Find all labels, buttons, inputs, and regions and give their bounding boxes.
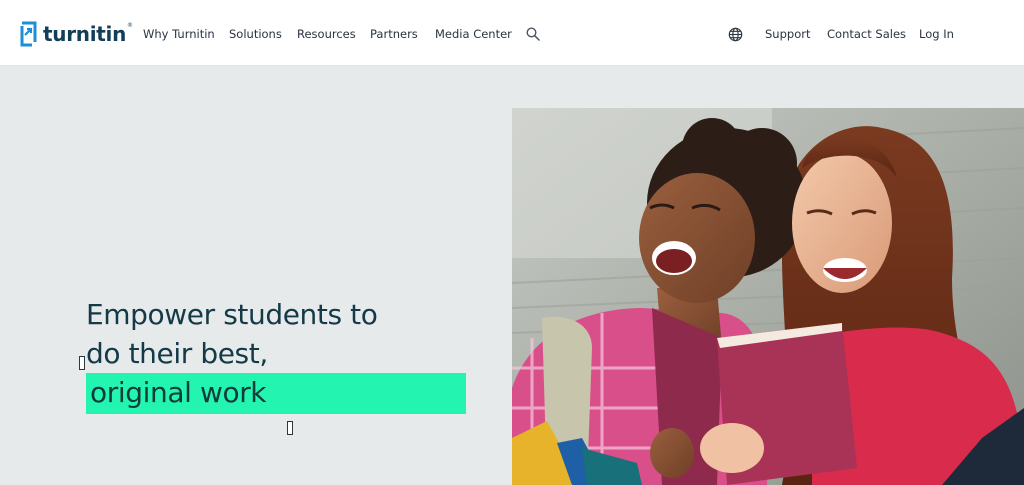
hero-highlight-text: original work: [86, 373, 466, 414]
hero-line-1: Empower students to: [86, 298, 378, 331]
nav-media-center[interactable]: Media Center: [435, 27, 512, 41]
turnitin-logo[interactable]: turnitin®: [20, 20, 133, 48]
nav-partners[interactable]: Partners: [370, 27, 418, 41]
hero-highlight-wrap: original work: [86, 373, 466, 414]
nav-resources[interactable]: Resources: [297, 27, 356, 41]
hero-line-2: do their best,: [86, 337, 268, 370]
selection-end-handle[interactable]: [287, 421, 293, 435]
nav-contact-sales[interactable]: Contact Sales: [827, 27, 906, 41]
globe-icon[interactable]: [727, 26, 743, 42]
site-header: turnitin® Why Turnitin Solutions Resourc…: [0, 0, 1024, 66]
nav-why-turnitin[interactable]: Why Turnitin: [143, 27, 215, 41]
students-reading-book-photo: [512, 108, 1024, 485]
turnitin-logo-mark-icon: [20, 21, 37, 47]
nav-support[interactable]: Support: [765, 27, 810, 41]
nav-solutions[interactable]: Solutions: [229, 27, 282, 41]
selection-start-handle[interactable]: [79, 356, 85, 370]
logo-wordmark: turnitin®: [43, 22, 133, 46]
search-icon[interactable]: [525, 26, 541, 42]
hero-headline: Empower students to do their best, origi…: [86, 295, 466, 414]
nav-log-in[interactable]: Log In: [919, 27, 954, 41]
